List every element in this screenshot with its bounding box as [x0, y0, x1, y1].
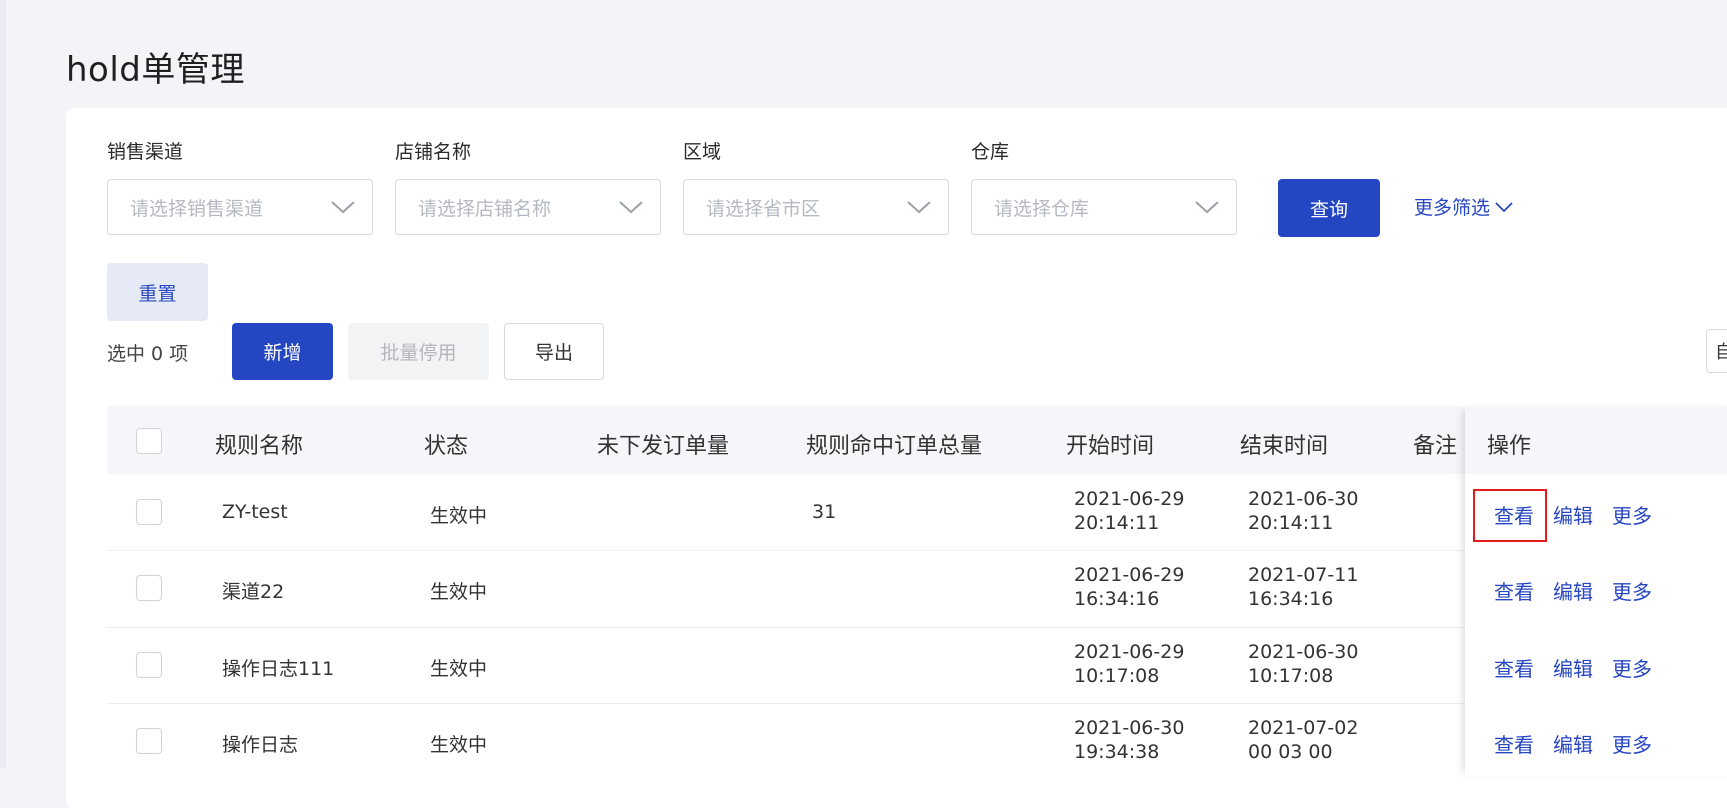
row-status: 生效中	[430, 734, 488, 756]
end-clock: 20:14:11	[1248, 512, 1334, 534]
select-all-checkbox[interactable]	[136, 428, 162, 454]
region-select[interactable]: 请选择省市区	[683, 179, 949, 235]
row-rule-name: 操作日志111	[222, 658, 335, 680]
row-total-hits: 31	[812, 501, 837, 523]
row-edit-link[interactable]: 编辑	[1553, 500, 1593, 529]
column-end-time: 结束时间	[1240, 434, 1329, 459]
more-filters-toggle[interactable]: 更多筛选	[1414, 193, 1514, 220]
row-rule-name: ZY-test	[222, 501, 288, 523]
more-filters-label: 更多筛选	[1414, 197, 1491, 219]
row-start-time: 2021-06-29 20:14:11	[1074, 487, 1184, 535]
start-clock: 20:14:11	[1074, 512, 1160, 534]
export-button[interactable]: 导出	[504, 323, 604, 380]
warehouse-select[interactable]: 请选择仓库	[971, 179, 1237, 235]
column-note: 备注	[1413, 434, 1458, 459]
row-more-link[interactable]: 更多	[1612, 500, 1652, 529]
row-checkbox[interactable]	[136, 652, 162, 678]
column-operation: 操作	[1487, 434, 1532, 459]
row-view-link[interactable]: 查看	[1494, 576, 1534, 605]
row-view-link[interactable]: 查看	[1494, 729, 1534, 758]
selected-count: 选中 0 项	[107, 343, 189, 365]
edge-button[interactable]: 自	[1706, 329, 1727, 373]
end-clock: 16:34:16	[1248, 588, 1334, 610]
row-checkbox[interactable]	[136, 575, 162, 601]
row-more-link[interactable]: 更多	[1612, 576, 1652, 605]
reset-button[interactable]: 重置	[107, 263, 208, 321]
row-status: 生效中	[430, 505, 488, 527]
shop-select[interactable]: 请选择店铺名称	[395, 179, 661, 235]
shop-select-placeholder: 请选择店铺名称	[418, 197, 552, 220]
end-date: 2021-07-11	[1248, 564, 1359, 586]
row-end-time: 2021-06-30 10:17:08	[1248, 640, 1358, 688]
left-edge	[0, 0, 6, 768]
channel-select-placeholder: 请选择销售渠道	[130, 197, 264, 220]
start-date: 2021-06-29	[1074, 641, 1185, 663]
channel-select[interactable]: 请选择销售渠道	[107, 179, 373, 235]
row-rule-name: 渠道22	[222, 581, 285, 603]
page-title: hold单管理	[66, 50, 245, 90]
filter-label-channel: 销售渠道	[107, 141, 184, 163]
chevron-down-icon	[1195, 201, 1219, 214]
batch-disable-button[interactable]: 批量停用	[348, 323, 489, 380]
end-date: 2021-06-30	[1248, 641, 1359, 663]
end-clock: 10:17:08	[1248, 665, 1334, 687]
warehouse-select-placeholder: 请选择仓库	[994, 197, 1090, 220]
row-start-time: 2021-06-30 19:34:38	[1074, 716, 1184, 764]
column-rule-name: 规则名称	[215, 434, 304, 459]
end-date: 2021-06-30	[1248, 488, 1359, 510]
filter-label-region: 区域	[683, 141, 722, 163]
filter-label-shop: 店铺名称	[395, 141, 472, 163]
start-clock: 19:34:38	[1074, 741, 1160, 763]
end-date: 2021-07-02	[1248, 717, 1359, 739]
filter-label-warehouse: 仓库	[971, 141, 1010, 163]
start-date: 2021-06-29	[1074, 564, 1185, 586]
start-date: 2021-06-30	[1074, 717, 1185, 739]
row-rule-name: 操作日志	[222, 734, 299, 756]
column-status: 状态	[424, 434, 469, 459]
row-checkbox[interactable]	[136, 499, 162, 525]
row-status: 生效中	[430, 581, 488, 603]
chevron-down-icon	[907, 201, 931, 214]
chevron-down-icon	[331, 201, 355, 214]
row-start-time: 2021-06-29 16:34:16	[1074, 563, 1184, 611]
row-end-time: 2021-07-02 00 03 00	[1248, 716, 1358, 764]
column-pending-orders: 未下发订单量	[597, 434, 730, 459]
start-clock: 10:17:08	[1074, 665, 1160, 687]
add-button[interactable]: 新增	[232, 323, 333, 380]
start-date: 2021-06-29	[1074, 488, 1185, 510]
row-status: 生效中	[430, 658, 488, 680]
row-edit-link[interactable]: 编辑	[1553, 653, 1593, 682]
chevron-down-icon	[619, 201, 643, 214]
column-start-time: 开始时间	[1066, 434, 1155, 459]
row-more-link[interactable]: 更多	[1612, 653, 1652, 682]
chevron-down-icon	[1495, 201, 1513, 212]
row-edit-link[interactable]: 编辑	[1553, 576, 1593, 605]
row-checkbox[interactable]	[136, 728, 162, 754]
view-link-highlight	[1473, 489, 1547, 542]
start-clock: 16:34:16	[1074, 588, 1160, 610]
row-edit-link[interactable]: 编辑	[1553, 729, 1593, 758]
end-clock: 00 03 00	[1248, 741, 1333, 763]
region-select-placeholder: 请选择省市区	[706, 197, 821, 220]
column-total-hits: 规则命中订单总量	[806, 434, 983, 459]
query-button[interactable]: 查询	[1278, 179, 1380, 237]
row-start-time: 2021-06-29 10:17:08	[1074, 640, 1184, 688]
row-view-link[interactable]: 查看	[1494, 653, 1534, 682]
row-end-time: 2021-07-11 16:34:16	[1248, 563, 1358, 611]
row-end-time: 2021-06-30 20:14:11	[1248, 487, 1358, 535]
row-more-link[interactable]: 更多	[1612, 729, 1652, 758]
